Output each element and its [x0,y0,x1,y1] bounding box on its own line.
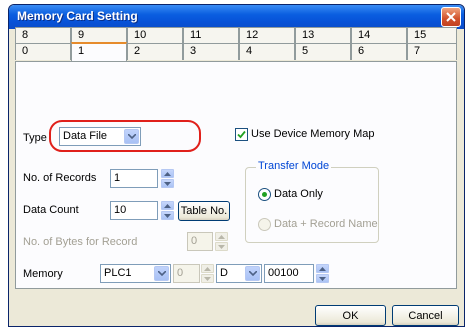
chevron-up-icon [218,234,225,239]
tab-label: 1 [78,45,85,57]
tab-label: 2 [134,45,141,57]
data-count-spinner[interactable] [161,201,174,220]
records-value: 1 [114,172,121,184]
memory-address-input[interactable]: 00100 [264,264,314,283]
tab-label: 9 [78,29,85,41]
chevron-down-icon [204,276,211,281]
tab-7[interactable]: 7 [407,43,457,60]
title-bar[interactable]: Memory Card Setting [9,5,464,29]
memory-station-spinner[interactable] [201,264,214,283]
memory-card-setting-dialog: Memory Card Setting 8 9 10 11 12 13 14 1… [8,4,465,327]
tab-panel: Type Data File Use Device Memory Map No.… [15,61,457,289]
checkmark-icon [237,130,246,139]
tab-1[interactable]: 1 [71,42,127,61]
use-device-memory-map-label: Use Device Memory Map [251,128,375,140]
transfer-mode-group: Transfer Mode Data Only Data + Record Na… [245,160,379,243]
use-device-memory-map-checkbox[interactable] [235,128,248,141]
chevron-down-icon [164,213,171,218]
chevron-up-icon [164,203,171,208]
tab-label: 5 [302,45,309,57]
memory-station-value: 0 [177,267,184,279]
records-spinner[interactable] [161,169,174,188]
bytes-spinner[interactable] [215,232,228,251]
spin-down-button[interactable] [215,242,228,251]
chevron-down-icon [248,271,257,276]
spin-down-button[interactable] [201,274,214,283]
radio-data-only[interactable] [258,188,271,201]
memory-device-select[interactable]: D [216,264,262,283]
tab-label: 4 [246,45,253,57]
chevron-down-icon [164,181,171,186]
window-title: Memory Card Setting [17,9,138,23]
chevron-up-icon [319,266,326,271]
tab-label: 0 [22,45,29,57]
data-count-input[interactable]: 10 [110,201,158,220]
radio-selected-dot [262,192,267,197]
memory-label: Memory [23,268,63,280]
bytes-input[interactable]: 0 [187,232,213,251]
spin-down-button[interactable] [161,211,174,220]
tab-2[interactable]: 2 [127,43,183,60]
spin-down-button[interactable] [316,274,329,283]
chevron-down-icon [218,244,225,249]
tab-12[interactable]: 12 [239,27,295,44]
spin-up-button[interactable] [201,264,214,273]
tab-5[interactable]: 5 [295,43,351,60]
tab-label: 10 [134,29,147,41]
tab-11[interactable]: 11 [183,27,239,44]
memory-plc-dropdown-button[interactable] [154,266,169,281]
data-count-value: 10 [114,204,127,216]
cancel-button[interactable]: Cancel [392,305,459,326]
highlight-annotation [49,120,201,152]
transfer-mode-title: Transfer Mode [256,160,332,172]
tab-10[interactable]: 10 [127,27,183,44]
table-no-button[interactable]: Table No. [178,201,230,221]
bytes-label: No. of Bytes for Record [23,236,138,248]
records-input[interactable]: 1 [110,169,158,188]
close-icon [446,12,456,22]
memory-address-value: 00100 [268,267,299,279]
spin-up-button[interactable] [161,201,174,210]
tab-label: 7 [414,45,421,57]
data-count-label: Data Count [23,204,79,216]
memory-plc-value: PLC1 [104,267,132,279]
data-only-label: Data Only [274,188,323,200]
spin-up-button[interactable] [161,169,174,178]
tab-13[interactable]: 13 [295,27,351,44]
tab-label: 13 [302,29,315,41]
tab-4[interactable]: 4 [239,43,295,60]
tab-label: 14 [358,29,371,41]
radio-data-record-name[interactable] [258,218,271,231]
memory-address-spinner[interactable] [316,264,329,283]
data-record-name-label: Data + Record Name [274,218,378,230]
tab-3[interactable]: 3 [183,43,239,60]
tab-0[interactable]: 0 [15,43,71,60]
tab-label: 6 [358,45,365,57]
tab-6[interactable]: 6 [351,43,407,60]
ok-button[interactable]: OK [315,305,386,326]
tab-14[interactable]: 14 [351,27,407,44]
tab-label: 3 [190,45,197,57]
tab-8[interactable]: 8 [15,27,71,44]
chevron-down-icon [157,271,166,276]
memory-station-input[interactable]: 0 [173,264,200,283]
memory-plc-select[interactable]: PLC1 [100,264,171,283]
spin-up-button[interactable] [316,264,329,273]
spin-up-button[interactable] [215,232,228,241]
tab-label: 8 [22,29,29,41]
spin-down-button[interactable] [161,179,174,188]
memory-device-value: D [220,267,228,279]
tab-15[interactable]: 15 [407,27,457,44]
chevron-up-icon [204,266,211,271]
type-label: Type [23,132,47,144]
tab-label: 11 [190,29,202,41]
chevron-up-icon [164,171,171,176]
close-button[interactable] [441,7,461,27]
tab-label: 12 [246,29,259,41]
bytes-value: 0 [191,235,198,247]
chevron-down-icon [319,276,326,281]
memory-device-dropdown-button[interactable] [245,266,260,281]
records-label: No. of Records [23,172,97,184]
tab-label: 15 [414,29,427,41]
